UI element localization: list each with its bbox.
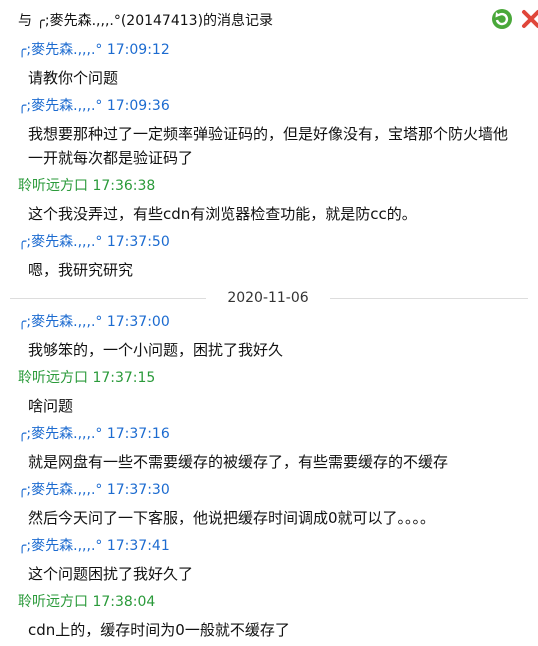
message-text: 这个我没弄过，有些cdn有浏览器检查功能，就是防cc的。 — [28, 205, 417, 223]
message-header: ╭;麥先森.,,,.° 17:37:16 — [0, 422, 538, 446]
message-text: 我想要那种过了一定频率弹验证码的，但是好像没有，宝塔那个防火墙他一开就每次都是验… — [28, 125, 509, 167]
message-time: 17:37:50 — [106, 234, 170, 250]
refresh-icon[interactable] — [491, 8, 513, 30]
sender-name: ╭;麥先森.,,,.° — [18, 42, 103, 58]
message-time: 17:37:15 — [92, 370, 156, 386]
message-time: 17:37:16 — [106, 426, 170, 442]
sender-name: ╭;麥先森.,,,.° — [18, 482, 103, 498]
message-time: 17:37:30 — [106, 482, 170, 498]
message-header: ╭;麥先森.,,,.° 17:37:00 — [0, 310, 538, 334]
message-text: 嗯，我研究研究 — [28, 261, 134, 279]
message-header: 聆听远方口 17:37:15 — [0, 366, 538, 390]
message-item: ╭;麥先森.,,,.° 17:09:12 请教你个问题 — [0, 38, 538, 94]
message-item: ╭;麥先森.,,,.° 17:09:36 我想要那种过了一定频率弹验证码的，但是好… — [0, 94, 538, 174]
message-time: 17:09:12 — [106, 42, 170, 58]
message-time: 17:38:04 — [92, 594, 156, 610]
message-header: ╭;麥先森.,,,.° 17:37:50 — [0, 230, 538, 254]
message-item: ╭;麥先森.,,,.° 17:37:16 就是网盘有一些不需要缓存的被缓存了，有些… — [0, 422, 538, 478]
message-header: ╭;麥先森.,,,.° 17:37:41 — [0, 534, 538, 558]
date-separator: 2020-11-06 — [0, 287, 538, 309]
sender-name: 聆听远方口 — [18, 594, 88, 610]
sender-name: ╭;麥先森.,,,.° — [18, 98, 103, 114]
message-item: 聆听远方口 17:38:04 cdn上的，缓存时间为0一般就不缓存了 — [0, 590, 538, 646]
message-time: 17:37:41 — [106, 538, 170, 554]
sender-name: ╭;麥先森.,,,.° — [18, 426, 103, 442]
message-item: 聆听远方口 17:36:38 这个我没弄过，有些cdn有浏览器检查功能，就是防cc… — [0, 174, 538, 230]
message-item: ╭;麥先森.,,,.° 17:37:50 嗯，我研究研究 — [0, 230, 538, 286]
title-bar: 与 ╭;麥先森.,,,.°(20147413)的消息记录 — [0, 0, 538, 38]
message-text: 我够笨的，一个小问题，困扰了我好久 — [28, 341, 284, 359]
separator-line-right — [330, 298, 528, 299]
message-text: 然后今天问了一下客服，他说把缓存时间调成0就可以了。。。。 — [28, 509, 436, 527]
message-item: ╭;麥先森.,,,.° 17:37:41 这个问题困扰了我好久了 — [0, 534, 538, 590]
message-header: ╭;麥先森.,,,.° 17:09:36 — [0, 94, 538, 118]
message-text: 就是网盘有一些不需要缓存的被缓存了，有些需要缓存的不缓存 — [28, 453, 449, 471]
sender-name: 聆听远方口 — [18, 370, 88, 386]
message-header: 聆听远方口 17:36:38 — [0, 174, 538, 198]
message-log: ╭;麥先森.,,,.° 17:09:12 请教你个问题 ╭;麥先森.,,,.° 17… — [0, 38, 538, 646]
sender-name: 聆听远方口 — [18, 178, 88, 194]
message-item: 聆听远方口 17:37:15 啥问题 — [0, 366, 538, 422]
sender-name: ╭;麥先森.,,,.° — [18, 538, 103, 554]
message-header: 聆听远方口 17:38:04 — [0, 590, 538, 614]
message-text: cdn上的，缓存时间为0一般就不缓存了 — [28, 621, 290, 639]
message-header: ╭;麥先森.,,,.° 17:37:30 — [0, 478, 538, 502]
message-text: 请教你个问题 — [28, 69, 119, 87]
message-list-after: ╭;麥先森.,,,.° 17:37:00 我够笨的，一个小问题，困扰了我好久聆听远… — [0, 310, 538, 646]
separator-line-left — [10, 298, 206, 299]
window-title: 与 ╭;麥先森.,,,.°(20147413)的消息记录 — [18, 13, 274, 29]
sender-name: ╭;麥先森.,,,.° — [18, 314, 103, 330]
message-text: 这个问题困扰了我好久了 — [28, 565, 194, 583]
message-time: 17:37:00 — [106, 314, 170, 330]
message-item: ╭;麥先森.,,,.° 17:37:30 然后今天问了一下客服，他说把缓存时间调成… — [0, 478, 538, 534]
close-icon[interactable] — [520, 8, 538, 30]
message-time: 17:36:38 — [92, 178, 156, 194]
message-header: ╭;麥先森.,,,.° 17:09:12 — [0, 38, 538, 62]
separator-date: 2020-11-06 — [227, 290, 309, 306]
message-time: 17:09:36 — [106, 98, 170, 114]
message-text: 啥问题 — [28, 397, 74, 415]
message-item: ╭;麥先森.,,,.° 17:37:00 我够笨的，一个小问题，困扰了我好久 — [0, 310, 538, 366]
sender-name: ╭;麥先森.,,,.° — [18, 234, 103, 250]
message-list-before: ╭;麥先森.,,,.° 17:09:12 请教你个问题 ╭;麥先森.,,,.° 17… — [0, 38, 538, 286]
